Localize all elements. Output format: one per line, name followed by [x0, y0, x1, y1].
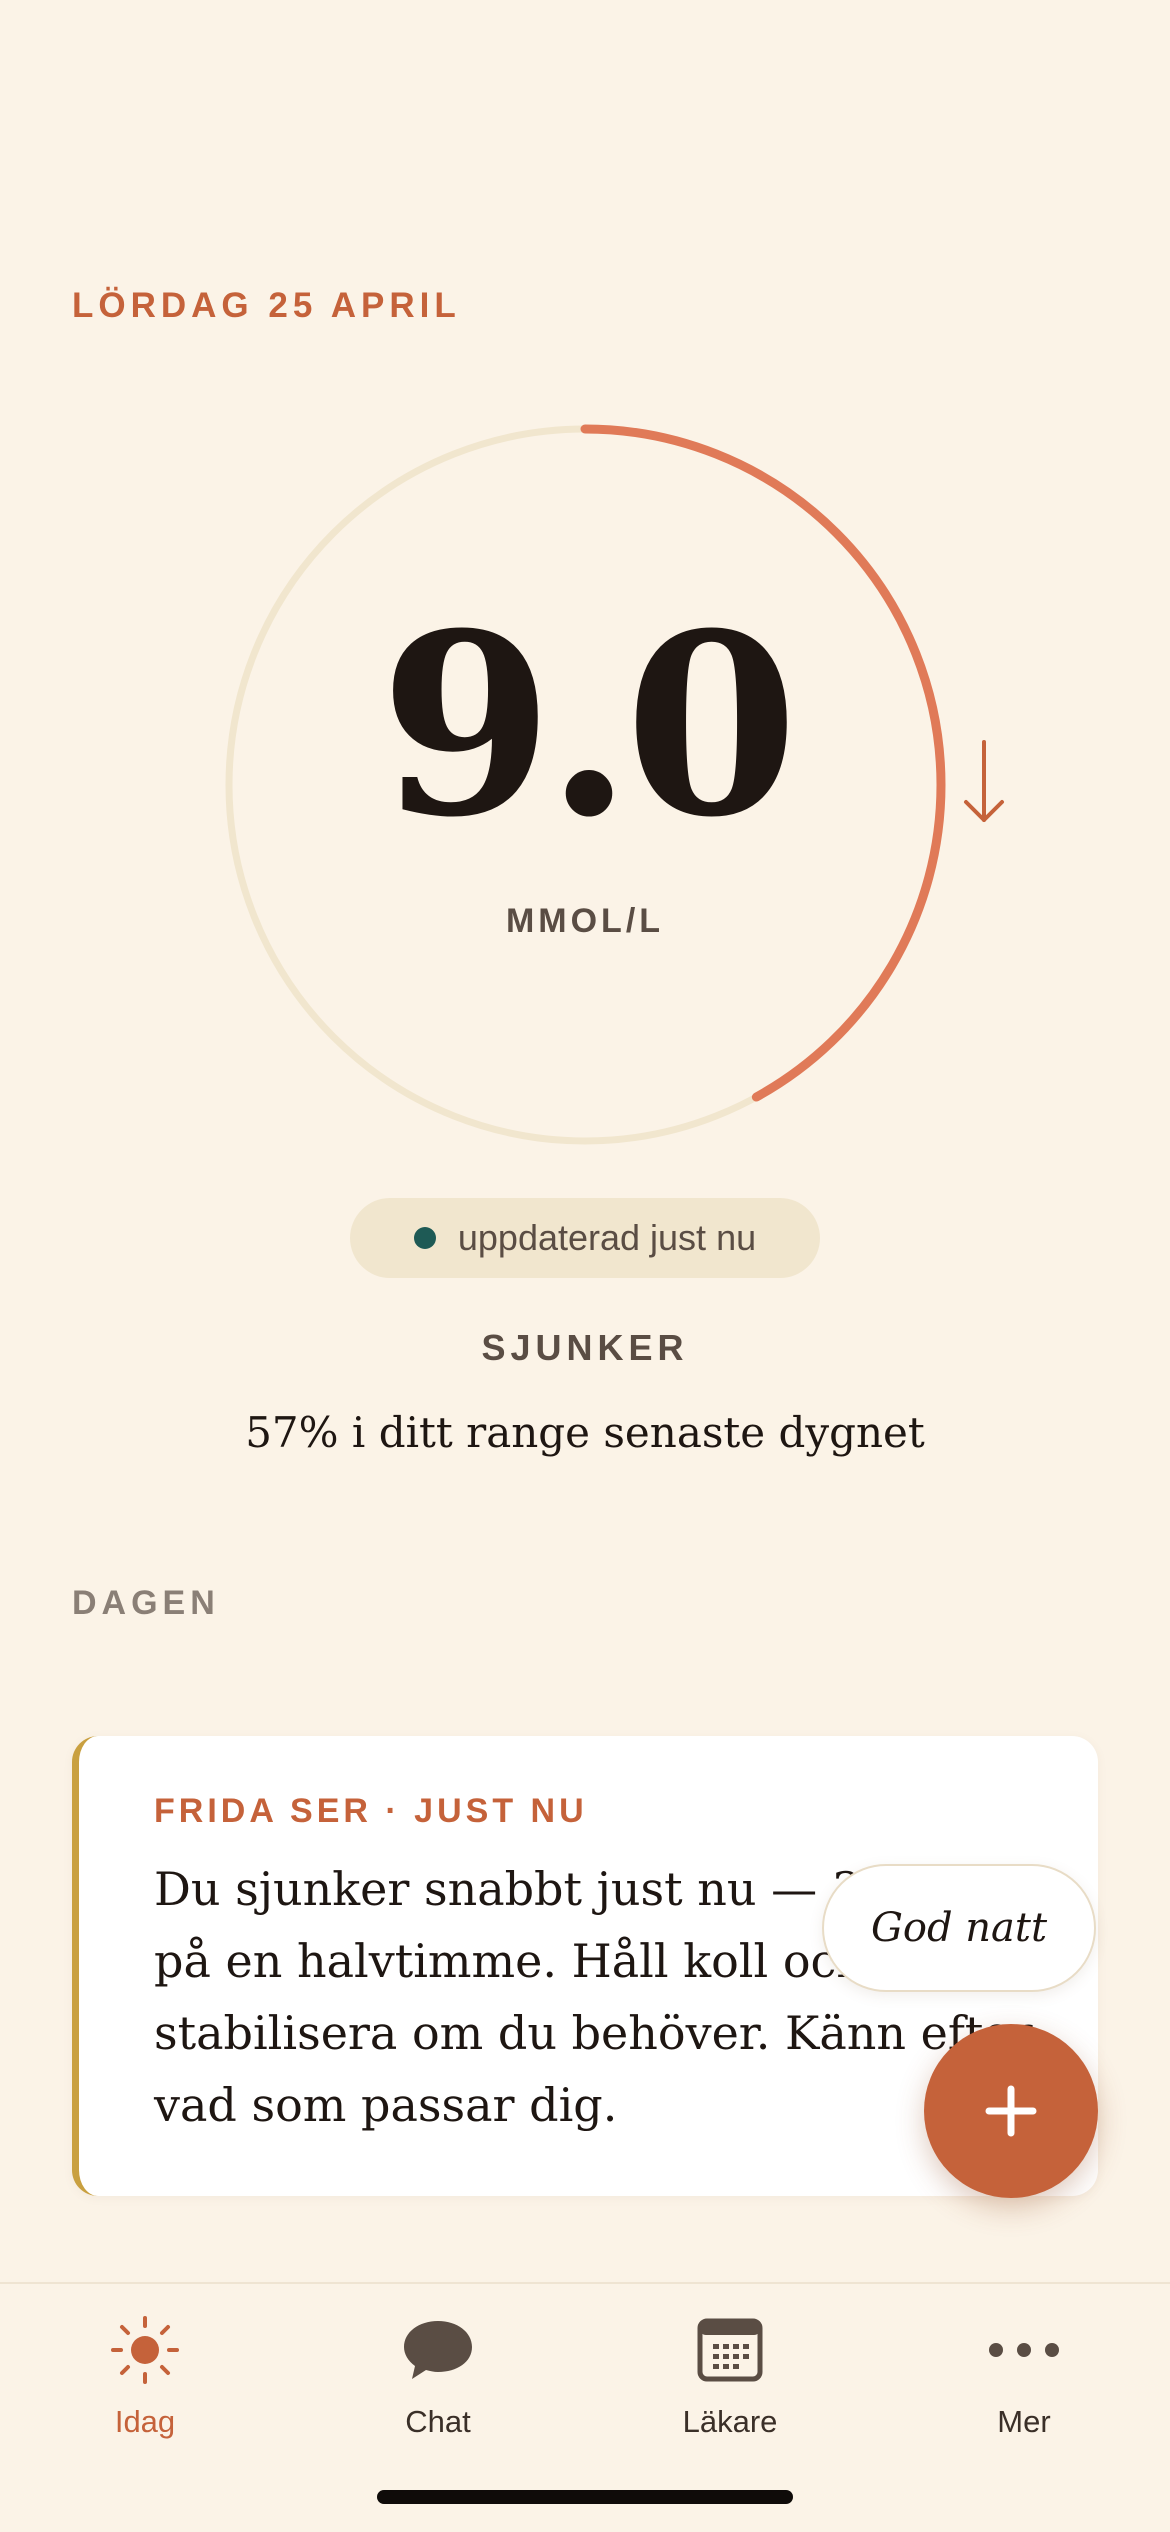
tab-label: Läkare	[682, 2404, 778, 2439]
chat-bubble-icon	[404, 2321, 472, 2379]
tab-label: Idag	[114, 2404, 176, 2439]
home-indicator	[377, 2490, 793, 2504]
tab-chat[interactable]: Chat	[338, 2314, 538, 2440]
more-dots-icon	[989, 2343, 1059, 2357]
calendar-icon	[697, 2318, 763, 2382]
tab-label: Mer	[997, 2404, 1051, 2439]
date-heading: LÖRDAG 25 APRIL	[72, 286, 461, 325]
insight-card-label: FRIDA SER · JUST NU	[154, 1792, 588, 1830]
update-status-text: uppdaterad just nu	[457, 1217, 757, 1258]
glucose-unit: MMOL/L	[505, 902, 665, 940]
time-in-range-text: 57% i ditt range senaste dygnet	[245, 1408, 925, 1457]
sun-icon	[111, 2316, 179, 2384]
trend-status: SJUNKER	[481, 1327, 689, 1368]
tab-mer[interactable]: Mer	[924, 2314, 1124, 2440]
update-status-pill: uppdaterad just nu	[350, 1198, 820, 1278]
arrow-down-icon	[964, 740, 1004, 822]
tab-label: Chat	[405, 2404, 471, 2439]
live-dot-icon	[413, 1227, 436, 1249]
tab-idag[interactable]: Idag	[45, 2314, 245, 2440]
good-night-button[interactable]: God natt	[822, 1864, 1096, 1992]
add-button[interactable]	[924, 2024, 1098, 2198]
tab-lakare[interactable]: Läkare	[630, 2314, 830, 2440]
plus-icon	[985, 2085, 1037, 2137]
section-title: DAGEN	[72, 1584, 220, 1622]
